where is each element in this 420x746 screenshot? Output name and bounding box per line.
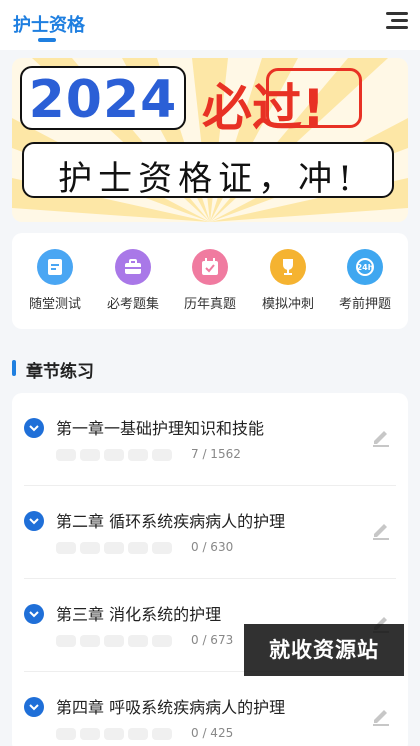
- chevron-down-icon[interactable]: [24, 418, 44, 438]
- chapter-title: 第四章 呼吸系统疾病病人的护理: [56, 698, 286, 717]
- quick-link-mock-sprint[interactable]: 模拟冲刺: [251, 249, 325, 319]
- calendar-icon: [192, 249, 228, 285]
- edit-icon[interactable]: [370, 518, 392, 540]
- svg-text:24h: 24h: [357, 263, 374, 272]
- chevron-down-icon[interactable]: [24, 697, 44, 717]
- title-underline: [38, 38, 56, 42]
- quick-link-label: 历年真题: [183, 297, 236, 312]
- watermark-label: 就收资源站: [244, 624, 404, 676]
- chapter-title: 第三章 消化系统的护理: [56, 605, 222, 624]
- chapter-title: 第二章 循环系统疾病病人的护理: [56, 512, 286, 531]
- edit-icon[interactable]: [370, 425, 392, 447]
- quick-link-label: 模拟冲刺: [261, 297, 314, 312]
- quick-link-label: 必考题集: [106, 297, 159, 312]
- chapter-row[interactable]: 第二章 循环系统疾病病人的护理 0 / 630: [12, 486, 408, 579]
- chapter-row[interactable]: 第四章 呼吸系统疾病病人的护理 0 / 425: [12, 672, 408, 746]
- promo-banner[interactable]: 2024 必过! 护士资格证，冲!: [12, 58, 408, 222]
- chapter-progress-count: 7 / 1562: [191, 447, 241, 461]
- quick-link-label: 随堂测试: [28, 297, 81, 312]
- quick-link-must-questions[interactable]: 必考题集: [96, 249, 170, 319]
- chevron-down-icon[interactable]: [24, 604, 44, 624]
- progress-dots: [56, 635, 178, 647]
- chapter-progress-count: 0 / 630: [191, 540, 234, 554]
- progress-dots: [56, 542, 178, 554]
- banner-headline: 必过!: [202, 79, 325, 137]
- progress-dots: [56, 728, 178, 740]
- quick-link-past-papers[interactable]: 历年真题: [173, 249, 247, 319]
- menu-icon[interactable]: [386, 12, 408, 30]
- chapter-progress-count: 0 / 673: [191, 633, 234, 647]
- note-icon: [37, 249, 73, 285]
- quick-links-panel: 随堂测试 必考题集 历年真题 模拟冲刺 24h 考前押题: [12, 233, 408, 329]
- quick-link-label: 考前押题: [338, 297, 391, 312]
- chapter-title: 第一章一基础护理知识和技能: [56, 419, 265, 438]
- section-title: 章节练习: [26, 362, 94, 382]
- edit-icon[interactable]: [370, 704, 392, 726]
- section-marker: [12, 360, 16, 376]
- chevron-down-icon[interactable]: [24, 511, 44, 531]
- chapter-row[interactable]: 第一章一基础护理知识和技能 7 / 1562: [12, 393, 408, 486]
- trophy-icon: [270, 249, 306, 285]
- banner-year: 2024: [28, 70, 178, 130]
- chapter-progress-count: 0 / 425: [191, 726, 234, 740]
- banner-slogan: 护士资格证，冲!: [58, 159, 358, 199]
- page-title: 护士资格: [13, 15, 85, 36]
- briefcase-icon: [115, 249, 151, 285]
- progress-dots: [56, 449, 178, 461]
- app-header: 护士资格: [0, 0, 420, 50]
- chapter-list: 第一章一基础护理知识和技能 7 / 1562 第二章 循环系统疾病病人的护理 0…: [12, 393, 408, 746]
- slogan-box: 护士资格证，冲!: [22, 142, 394, 199]
- quick-link-quiz[interactable]: 随堂测试: [18, 249, 92, 319]
- 24h-icon: 24h: [347, 249, 383, 285]
- quick-link-final-predictions[interactable]: 24h 考前押题: [328, 249, 402, 319]
- year-badge: 2024: [20, 66, 186, 130]
